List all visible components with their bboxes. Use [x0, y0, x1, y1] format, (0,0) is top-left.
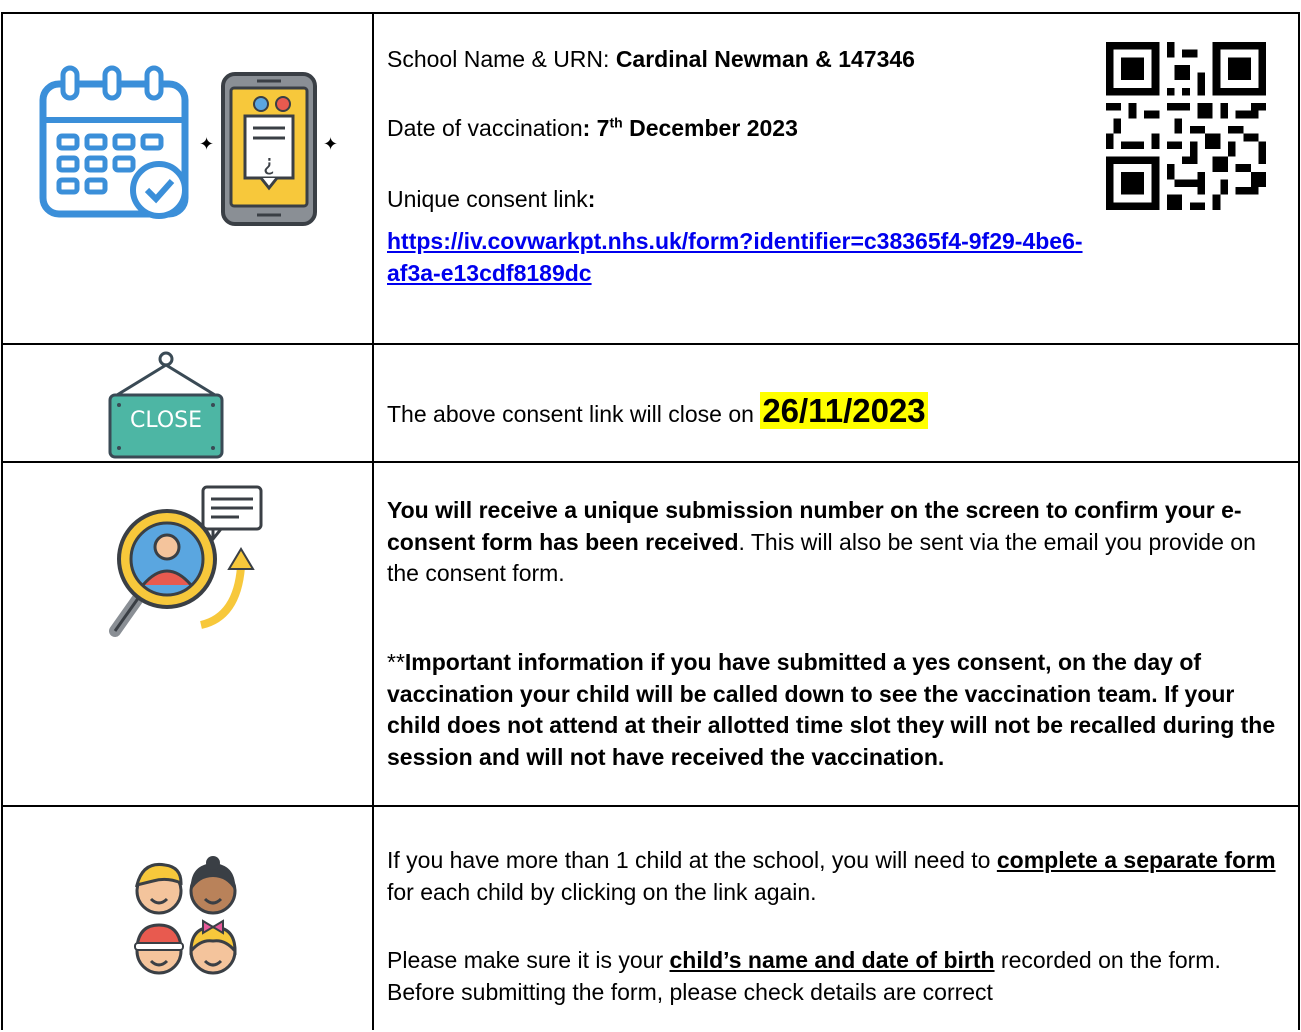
row-consent-details: ✦ ✦ ¿ School Name & URN: Cardinal Newman… — [3, 14, 1298, 345]
row-link-closes: CLOSE The above consent link will close … — [3, 345, 1298, 463]
important-text: Important information if you have submit… — [387, 649, 1276, 771]
user-search-icon — [109, 485, 263, 637]
close-notice-text: The above consent link will close on — [387, 401, 761, 427]
text-cell-consent-details: School Name & URN: Cardinal Newman & 147… — [387, 14, 1286, 343]
date-line: Date of vaccination: 7th December 2023 — [387, 113, 798, 145]
close-sign-icon — [108, 351, 224, 459]
close-sign-label: CLOSE — [129, 408, 202, 433]
svg-text:¿: ¿ — [263, 151, 275, 176]
icon-cell-children — [3, 807, 372, 1032]
icon-cell-calendar-phone: ✦ ✦ ¿ — [3, 14, 372, 343]
close-notice: The above consent link will close on 26/… — [387, 388, 928, 434]
consent-link-block: https://iv.covwarkpt.nhs.uk/form?identif… — [387, 226, 1083, 289]
submission-paragraph: You will receive a unique submission num… — [387, 495, 1286, 590]
calendar-phone-icon: ✦ ✦ ¿ — [39, 65, 338, 226]
important-paragraph: **Important information if you have subm… — [387, 647, 1286, 774]
svg-text:✦: ✦ — [199, 134, 214, 155]
consent-link-line1[interactable]: https://iv.covwarkpt.nhs.uk/form?identif… — [387, 228, 1083, 254]
text-cell-link-closes: The above consent link will close on 26/… — [387, 345, 1286, 461]
school-line: School Name & URN: Cardinal Newman & 147… — [387, 44, 915, 76]
date-value: : 7 — [582, 115, 610, 141]
text-cell-multiple-children: If you have more than 1 child at the sch… — [387, 807, 1286, 1032]
separate-form-emphasis: complete a separate form — [996, 847, 1276, 873]
link-colon: : — [587, 186, 596, 212]
link-label-line: Unique consent link: — [387, 184, 595, 216]
link-label: Unique consent link — [387, 186, 588, 212]
date-label: Date of vaccination — [387, 115, 583, 141]
close-date: 26/11/2023 — [760, 392, 928, 429]
separate-form-text-b: for each child by clicking on the link a… — [387, 878, 817, 905]
icon-cell-close-sign: CLOSE — [3, 345, 372, 461]
qr-code-icon — [1105, 42, 1267, 210]
school-label: School Name & URN: — [387, 46, 616, 72]
row-multiple-children: If you have more than 1 child at the sch… — [3, 807, 1298, 1032]
important-stars: ** — [387, 649, 405, 675]
separate-form-text-a: If you have more than 1 child at the sch… — [387, 847, 997, 873]
name-dob-paragraph: Please make sure it is your child’s name… — [387, 945, 1286, 1008]
svg-text:✦: ✦ — [323, 134, 338, 155]
separate-form-paragraph: If you have more than 1 child at the sch… — [387, 845, 1286, 908]
icon-cell-search-user — [3, 463, 372, 805]
name-dob-text-a: Please make sure it is your — [387, 947, 670, 973]
date-suffix: th — [609, 114, 623, 131]
date-month-year: December 2023 — [622, 115, 798, 141]
consent-link-line2[interactable]: af3a-e13cdf8189dc — [387, 260, 592, 286]
text-cell-submission-info: You will receive a unique submission num… — [387, 463, 1286, 805]
name-dob-emphasis: child’s name and date of birth — [669, 947, 995, 973]
row-submission-info: You will receive a unique submission num… — [3, 463, 1298, 807]
children-icon — [134, 856, 237, 975]
school-value: Cardinal Newman & 147346 — [615, 46, 915, 72]
info-table: ✦ ✦ ¿ School Name & URN: Cardinal Newman… — [1, 12, 1300, 1030]
